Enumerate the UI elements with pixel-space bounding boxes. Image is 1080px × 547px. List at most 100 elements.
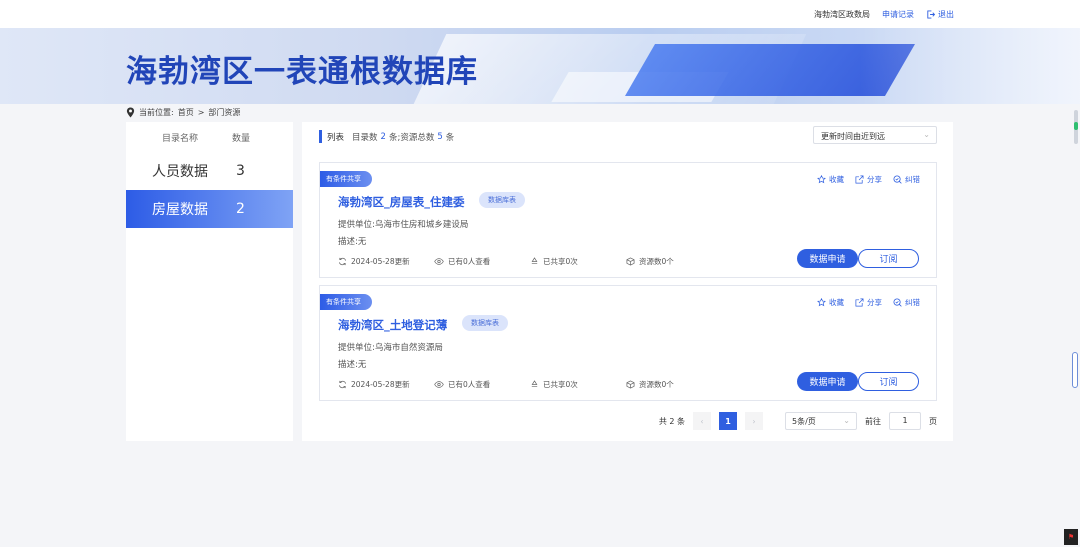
resource-type-badge: 数据库表	[479, 192, 525, 208]
logout-label: 退出	[938, 10, 954, 19]
column-name-header: 目录名称	[162, 133, 199, 144]
resource-type-badge: 数据库表	[462, 315, 508, 331]
page-title: 海勃湾区一表通根数据库	[126, 54, 478, 90]
apply-records-link[interactable]: 申请记录	[882, 9, 914, 20]
magnifier-check-icon	[893, 298, 902, 307]
sidebar-item-housing[interactable]: 房屋数据 2	[126, 190, 293, 228]
breadcrumb-current: 部门资源	[208, 108, 241, 117]
share-condition-tag: 有条件共享	[320, 294, 372, 310]
resource-name[interactable]: 海勃湾区_房屋表_住建委	[338, 194, 465, 210]
share-button[interactable]: 分享	[855, 174, 882, 185]
views-text: 已有0人查看	[448, 257, 491, 266]
resource-name[interactable]: 海勃湾区_土地登记薄	[338, 317, 447, 333]
breadcrumb-prefix: 当前位置:	[139, 108, 174, 117]
card-actions: 收藏 分享 纠错	[817, 174, 920, 185]
recycle-icon	[531, 257, 538, 264]
report-error-button[interactable]: 纠错	[893, 297, 920, 308]
page-size-value: 5条/页	[792, 417, 816, 426]
shares-text: 已共享0次	[543, 257, 578, 266]
resources-text: 资源数0个	[639, 380, 674, 389]
catalog-count: 2	[380, 131, 386, 142]
shares-stat: 已共享0次	[530, 379, 626, 390]
resources-text: 资源数0个	[639, 257, 674, 266]
resource-list-panel: 列表 目录数 2 条;资源总数 5 条 更新时间由近到远 ⌄ 有条件共享 海勃湾…	[302, 122, 953, 441]
share-label: 分享	[867, 175, 882, 184]
total-count: 共 2 条	[658, 416, 685, 426]
magnifier-check-icon	[893, 175, 902, 184]
breadcrumb: 当前位置: 首页 > 部门资源	[126, 107, 240, 118]
share-button[interactable]: 分享	[855, 297, 882, 308]
prev-page-button[interactable]: ‹	[693, 412, 711, 430]
top-links: 海勃湾区政数局 申请记录 退出	[814, 9, 954, 20]
list-label: 列表	[327, 132, 345, 143]
chevron-down-icon: ⌄	[843, 416, 850, 425]
subscribe-button[interactable]: 订阅	[858, 372, 919, 391]
report-error-label: 纠错	[905, 175, 920, 184]
chevron-down-icon: ⌄	[923, 130, 930, 139]
refresh-icon	[339, 257, 346, 266]
catalog-count-prefix: 目录数	[352, 132, 378, 143]
data-apply-button[interactable]: 数据申请	[797, 249, 858, 268]
sidebar-item-label: 人员数据	[152, 164, 208, 180]
sort-value: 更新时间由近到远	[821, 132, 885, 141]
banner: 海勃湾区一表通根数据库	[0, 28, 1080, 104]
star-icon	[817, 298, 826, 307]
sidebar-header: 目录名称 数量	[126, 122, 293, 152]
refresh-icon	[339, 380, 346, 389]
share-icon	[855, 175, 864, 184]
update-stat: 2024-05-28更新	[338, 379, 434, 390]
provider-text: 提供单位:乌海市住房和城乡建设局	[338, 220, 469, 230]
list-header: 列表 目录数 2 条;资源总数 5 条	[319, 130, 454, 143]
next-page-button[interactable]: ›	[745, 412, 763, 430]
goto-prefix: 前往	[865, 416, 881, 426]
update-text: 2024-05-28更新	[351, 380, 410, 389]
card-stats: 2024-05-28更新 已有0人查看 已共享0次 资源数0个	[338, 379, 722, 390]
breadcrumb-separator: >	[197, 108, 205, 117]
favorite-button[interactable]: 收藏	[817, 297, 844, 308]
scroll-indicator	[1074, 122, 1078, 130]
shares-stat: 已共享0次	[530, 256, 626, 267]
favorite-label: 收藏	[829, 298, 844, 307]
page-number-current[interactable]: 1	[719, 412, 737, 430]
sidebar-item-label: 房屋数据	[152, 202, 208, 218]
sort-select[interactable]: 更新时间由近到远 ⌄	[813, 126, 937, 144]
views-stat: 已有0人查看	[434, 256, 530, 267]
data-apply-button[interactable]: 数据申请	[797, 372, 858, 391]
description-text: 描述:无	[338, 360, 367, 370]
banner-decoration	[860, 28, 1080, 104]
catalog-sidebar: 目录名称 数量 人员数据 3 房屋数据 2	[126, 122, 293, 441]
resource-card[interactable]: 有条件共享 海勃湾区_房屋表_住建委 数据库表 提供单位:乌海市住房和城乡建设局…	[319, 162, 937, 278]
report-error-button[interactable]: 纠错	[893, 174, 920, 185]
column-count-header: 数量	[232, 133, 251, 144]
cube-icon	[626, 257, 635, 266]
update-stat: 2024-05-28更新	[338, 256, 434, 267]
scrollbar-thumb[interactable]	[1072, 352, 1078, 388]
sidebar-item-personnel[interactable]: 人员数据 3	[126, 152, 293, 190]
favorite-button[interactable]: 收藏	[817, 174, 844, 185]
list-header-bar	[319, 130, 322, 143]
resource-count-suffix: 条	[445, 132, 455, 143]
logout-link[interactable]: 退出	[926, 9, 954, 20]
sidebar-item-count: 3	[236, 163, 245, 179]
favorite-label: 收藏	[829, 175, 844, 184]
views-text: 已有0人查看	[448, 380, 491, 389]
location-pin-icon	[126, 107, 135, 118]
eye-icon	[434, 381, 444, 388]
provider-text: 提供单位:乌海市自然资源局	[338, 343, 443, 353]
views-stat: 已有0人查看	[434, 379, 530, 390]
scrollbar[interactable]	[1074, 110, 1078, 144]
sidebar-item-count: 2	[236, 201, 245, 217]
resource-count: 5	[437, 131, 443, 142]
description-text: 描述:无	[338, 237, 367, 247]
resource-card[interactable]: 有条件共享 海勃湾区_土地登记薄 数据库表 提供单位:乌海市自然资源局 描述:无…	[319, 285, 937, 401]
app-logo-icon: ⚑	[1064, 529, 1078, 545]
page-size-select[interactable]: 5条/页 ⌄	[785, 412, 857, 430]
goto-page-input[interactable]: 1	[889, 412, 921, 430]
resources-stat: 资源数0个	[626, 379, 722, 390]
breadcrumb-home[interactable]: 首页	[178, 107, 194, 118]
share-label: 分享	[867, 298, 882, 307]
cube-icon	[626, 380, 635, 389]
subscribe-button[interactable]: 订阅	[858, 249, 919, 268]
org-name: 海勃湾区政数局	[814, 10, 870, 19]
eye-icon	[434, 258, 444, 265]
